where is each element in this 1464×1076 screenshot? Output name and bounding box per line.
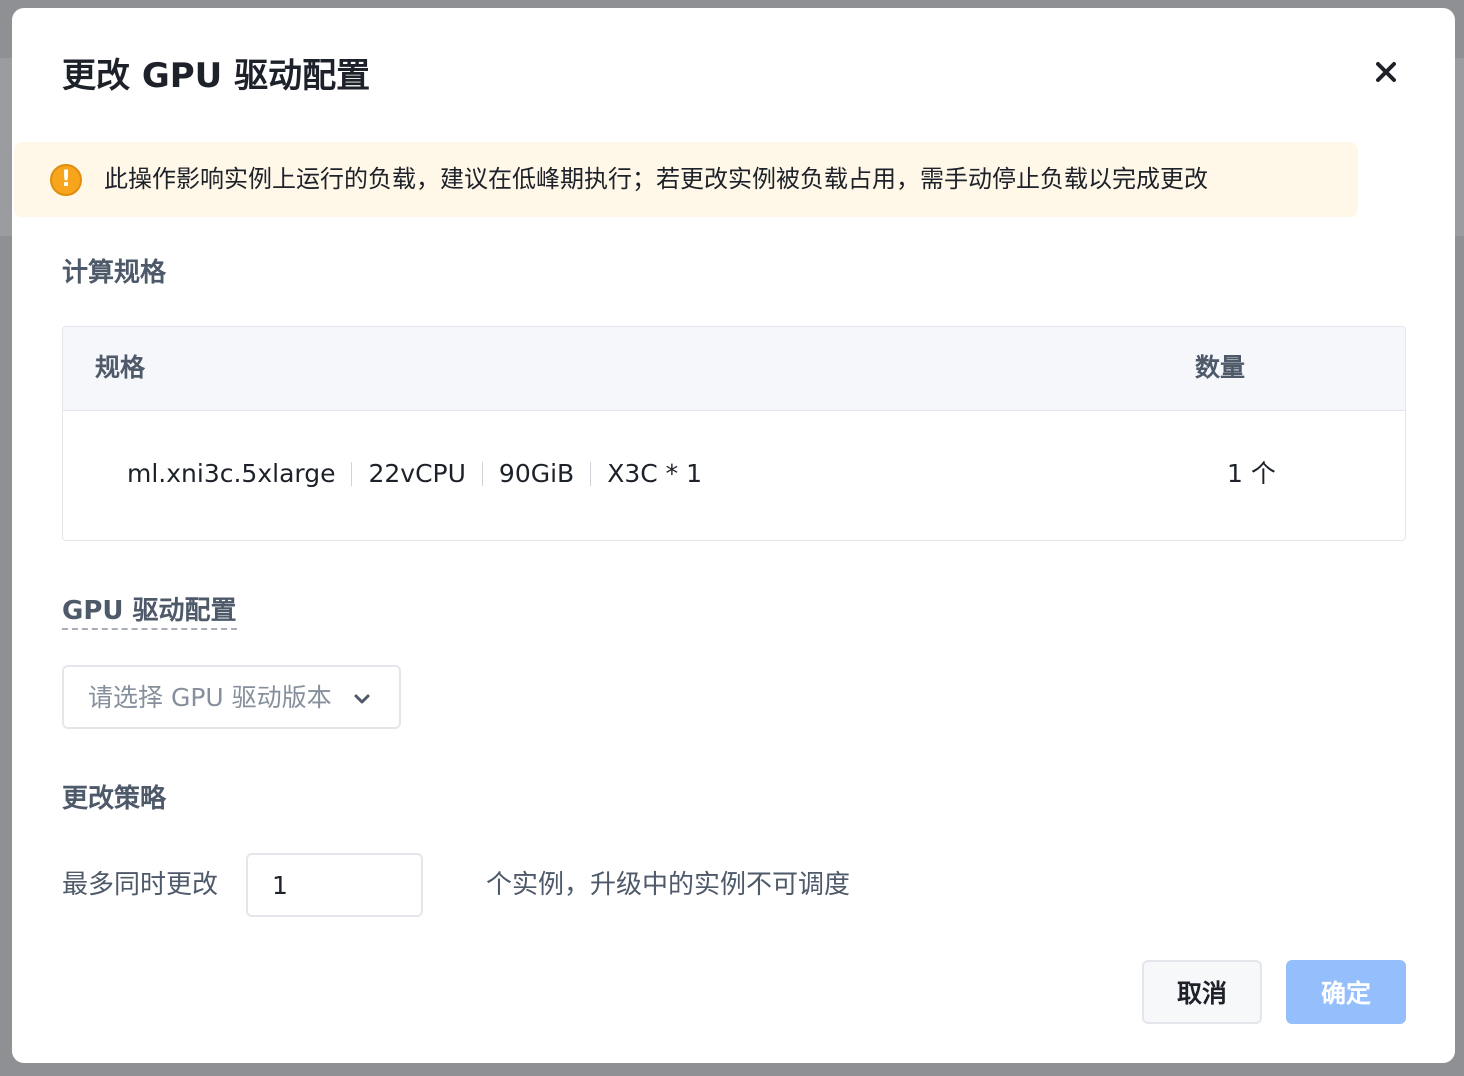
- spec-cpu: 22vCPU: [368, 459, 466, 488]
- warning-icon: !: [50, 164, 82, 196]
- quantity-cell: 1 个: [1227, 459, 1276, 488]
- strategy-suffix-text: 个实例，升级中的实例不可调度: [486, 870, 851, 900]
- table-header: 规格 数量: [63, 327, 1405, 411]
- cancel-button[interactable]: 取消: [1142, 960, 1262, 1024]
- warning-alert: ! 此操作影响实例上运行的负载，建议在低峰期执行；若更改实例被负载占用，需手动停…: [14, 142, 1358, 217]
- compute-spec-table: 规格 数量 ml.xni3c.5xlarge 22vCPU 90GiB X3C …: [62, 326, 1406, 541]
- divider: [590, 462, 592, 486]
- close-icon: [1376, 62, 1396, 82]
- divider: [351, 462, 353, 486]
- spec-model: ml.xni3c.5xlarge: [127, 459, 336, 488]
- confirm-button[interactable]: 确定: [1286, 960, 1406, 1024]
- gpu-driver-select[interactable]: 请选择 GPU 驱动版本: [62, 665, 401, 729]
- spec-gpu: X3C * 1: [607, 459, 702, 488]
- column-header-spec: 规格: [95, 353, 146, 382]
- divider: [481, 462, 483, 486]
- gpu-driver-label[interactable]: GPU 驱动配置: [62, 594, 237, 630]
- column-header-quantity: 数量: [1195, 353, 1246, 382]
- change-gpu-driver-dialog: 更改 GPU 驱动配置 ! 此操作影响实例上运行的负载，建议在低峰期执行；若更改…: [12, 8, 1455, 1063]
- spec-memory: 90GiB: [498, 459, 575, 488]
- compute-spec-label: 计算规格: [62, 258, 167, 288]
- alert-text: 此操作影响实例上运行的负载，建议在低峰期执行；若更改实例被负载占用，需手动停止负…: [104, 165, 1208, 193]
- select-placeholder: 请选择 GPU 驱动版本: [88, 683, 332, 712]
- max-concurrent-input[interactable]: [246, 853, 423, 917]
- dialog-title: 更改 GPU 驱动配置: [62, 56, 371, 96]
- spec-cell: ml.xni3c.5xlarge 22vCPU 90GiB X3C * 1: [127, 457, 702, 491]
- strategy-prefix-text: 最多同时更改: [62, 870, 219, 900]
- strategy-label: 更改策略: [62, 784, 167, 814]
- close-button[interactable]: [1370, 56, 1402, 88]
- chevron-down-icon: [354, 694, 370, 704]
